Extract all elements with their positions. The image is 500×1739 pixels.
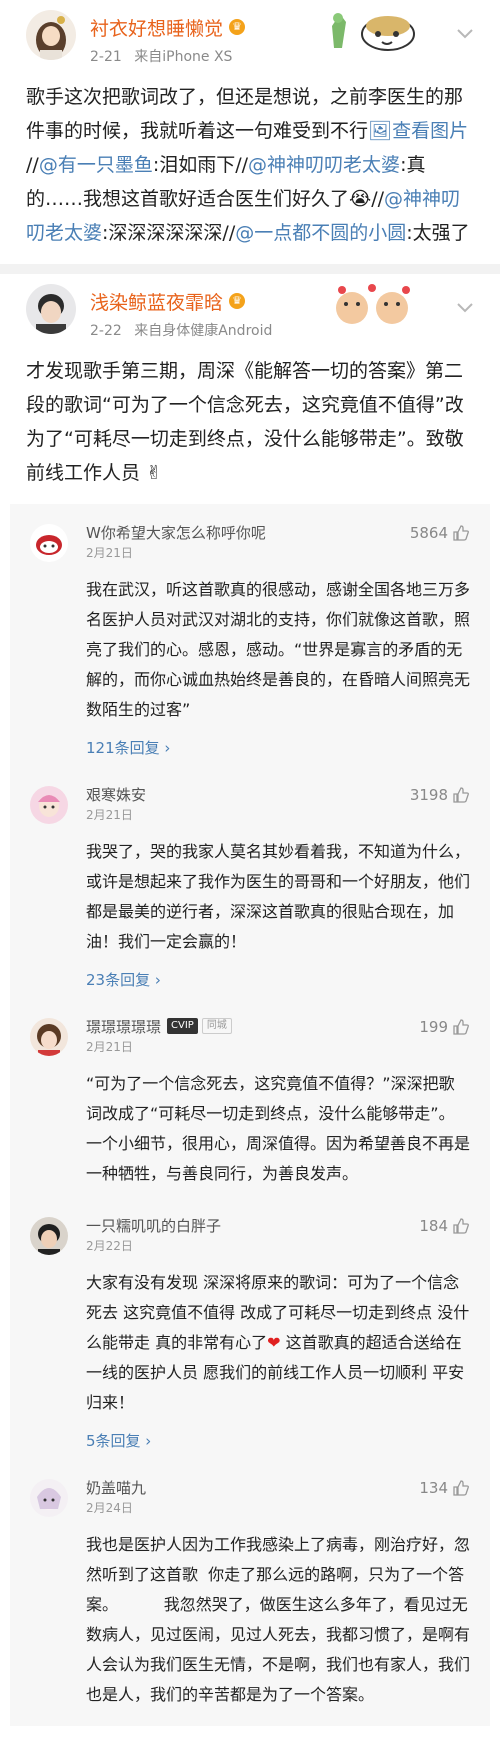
view-image-link[interactable]: 🖼查看图片 xyxy=(368,120,468,142)
replies-link[interactable]: 23条回复 › xyxy=(86,969,470,990)
username[interactable]: 浅染鲸蓝夜霏晗 xyxy=(90,288,223,315)
avatar[interactable] xyxy=(30,1018,68,1056)
comment-item: 璟璟璟璟璟 CVIP 同城 2月21日 199 “可为了一个信念死去，这究竟值不值得… xyxy=(10,1006,490,1205)
comment-item: 奶盖喵九 2月24日 134 我也是医护人因为工作我感染上了病毒，刚治疗好，忽然… xyxy=(10,1467,490,1726)
comment-date: 2月21日 xyxy=(86,546,133,560)
source-prefix: 来自 xyxy=(134,323,163,339)
thumb-up-icon xyxy=(453,1218,469,1234)
like-button[interactable]: 184 xyxy=(419,1217,470,1235)
comment-item: W你希望大家怎么称呼你呢 2月21日 5864 我在武汉，听这首歌真的很感动，感… xyxy=(10,512,490,774)
comment-date: 2月21日 xyxy=(86,808,133,822)
comment-text: “可为了一个信念死去，这究竟值不值得？”深深把歌词改成了“可耗尽一切走到终点，没… xyxy=(86,1074,471,1183)
comment-item: 一只糯叽叽的白胖子 2月22日 184 大家有没有发现 深深将原来的歌词：可为了… xyxy=(10,1205,490,1467)
post-2: 浅染鲸蓝夜霏晗 ♛ 2-22 来自身体健康Android 才发现歌手第三期，周深… xyxy=(0,274,500,504)
like-count: 184 xyxy=(419,1217,448,1235)
like-count: 3198 xyxy=(409,786,448,804)
avatar[interactable] xyxy=(30,1479,68,1517)
post-text: :深深深深深深// xyxy=(102,222,236,244)
avatar[interactable] xyxy=(30,786,68,824)
like-button[interactable]: 3198 xyxy=(410,786,470,804)
avatar[interactable] xyxy=(26,10,76,60)
post-1: 衬衣好想睡懒觉 ♛ 2-21 来自iPhone XS 歌手这次把歌词改了，但还是… xyxy=(0,0,500,264)
comment-date: 2月21日 xyxy=(86,1040,133,1054)
avatar[interactable] xyxy=(30,1217,68,1255)
decoration-sticker-icon xyxy=(336,284,410,324)
comment-item: 艰寒姝安 2月21日 3198 我哭了，哭的我家人莫名其妙看着我，不知道为什么，… xyxy=(10,774,490,1006)
comment-text: 我哭了，哭的我家人莫名其妙看着我，不知道为什么，或许是想起来了我作为医生的哥哥和… xyxy=(86,842,471,951)
heart-icon: ❤ xyxy=(267,1333,281,1352)
comment-text: 我在武汉，听这首歌真的很感动，感谢全国各地三万多名医护人员对武汉对湖北的支持，你… xyxy=(86,580,471,719)
commenter-name[interactable]: 艰寒姝安 xyxy=(86,784,146,805)
chevron-down-icon[interactable] xyxy=(456,24,474,45)
replies-link[interactable]: 5条回复 › xyxy=(86,1430,470,1451)
post-date: 2-21 xyxy=(90,49,122,65)
like-button[interactable]: 199 xyxy=(419,1018,470,1036)
like-count: 134 xyxy=(419,1479,448,1497)
comment-date: 2月22日 xyxy=(86,1239,133,1253)
like-button[interactable]: 134 xyxy=(419,1479,470,1497)
commenter-name[interactable]: 奶盖喵九 xyxy=(86,1477,146,1498)
source-link[interactable]: iPhone XS xyxy=(162,49,232,65)
like-button[interactable]: 5864 xyxy=(410,524,470,542)
vip-icon: ♛ xyxy=(229,293,246,309)
divider xyxy=(0,264,500,274)
comment-text: 我也是医护人因为工作我感染上了病毒，刚治疗好，忽然听到了这首歌 你走了那么远的路… xyxy=(86,1535,471,1704)
username[interactable]: 衬衣好想睡懒觉 xyxy=(90,14,223,41)
comment-text: 大家有没有发现 深深将原来的歌词：可为了一个信念死去 这究竟值不值得 改成了可耗… xyxy=(86,1268,470,1418)
avatar[interactable] xyxy=(30,524,68,562)
vip-badge: CVIP xyxy=(167,1018,198,1034)
post-header: 浅染鲸蓝夜霏晗 ♛ 2-22 来自身体健康Android xyxy=(26,284,474,340)
comment-date: 2月24日 xyxy=(86,1501,133,1515)
post-body: 才发现歌手第三期，周深《能解答一切的答案》第二段的歌词“可为了一个信念死去，这究… xyxy=(26,360,464,484)
post-header: 衬衣好想睡懒觉 ♛ 2-21 来自iPhone XS xyxy=(26,10,474,66)
avatar[interactable] xyxy=(26,284,76,334)
decoration-sticker-icon xyxy=(332,13,415,51)
like-count: 5864 xyxy=(409,524,448,542)
post-text: // xyxy=(26,154,39,176)
thumb-up-icon xyxy=(453,1480,469,1496)
thumb-up-icon xyxy=(453,787,469,803)
thumb-up-icon xyxy=(453,1019,469,1035)
source-link[interactable]: 身体健康Android xyxy=(162,323,272,339)
like-count: 199 xyxy=(419,1018,448,1036)
same-city-badge: 同城 xyxy=(201,1018,232,1034)
commenter-name[interactable]: W你希望大家怎么称呼你呢 xyxy=(86,522,266,543)
thumb-up-icon xyxy=(453,525,469,541)
mention-link[interactable]: @神神叨叨老太婆 xyxy=(248,154,400,176)
replies-link[interactable]: 121条回复 › xyxy=(86,737,470,758)
post-date: 2-22 xyxy=(90,323,122,339)
source-prefix: 来自 xyxy=(134,49,163,65)
comment-list: W你希望大家怎么称呼你呢 2月21日 5864 我在武汉，听这首歌真的很感动，感… xyxy=(10,504,490,1726)
commenter-name[interactable]: 一只糯叽叽的白胖子 xyxy=(86,1215,221,1236)
mention-link[interactable]: @一点都不圆的小圆 xyxy=(235,222,406,244)
vip-icon: ♛ xyxy=(229,19,246,35)
mention-link[interactable]: @有一只墨鱼 xyxy=(39,154,153,176)
post-text: :泪如雨下// xyxy=(152,154,249,176)
post-body: 歌手这次把歌词改了，但还是想说，之前李医生的那件事的时候，我就听着这一句难受到不… xyxy=(26,80,474,250)
post-text: :太强了 xyxy=(406,222,470,244)
chevron-down-icon[interactable] xyxy=(456,298,474,319)
commenter-name[interactable]: 璟璟璟璟璟 xyxy=(86,1016,161,1037)
